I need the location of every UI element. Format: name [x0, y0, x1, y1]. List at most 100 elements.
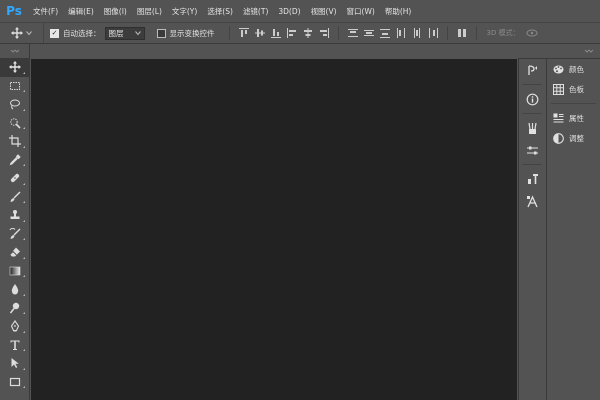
brush-icon [10, 191, 20, 202]
clone-stamp-tool[interactable] [0, 206, 29, 225]
crop-icon [8, 135, 21, 148]
menu-file[interactable]: 文件(F) [28, 6, 63, 17]
gradient-tool[interactable] [0, 262, 29, 281]
info-panel-button[interactable] [519, 88, 545, 110]
arrow-icon [11, 358, 19, 369]
menu-select[interactable]: 选择(S) [202, 6, 238, 17]
menu-3d[interactable]: 3D(D) [273, 7, 305, 16]
grid-icon [553, 83, 564, 95]
menu-edit[interactable]: 编辑(E) [63, 6, 99, 17]
rectangle-tool[interactable] [0, 373, 29, 392]
blur-tool[interactable] [0, 280, 29, 299]
adjustments-panel-label: 调整 [569, 133, 584, 143]
quick-select-tool[interactable] [0, 114, 29, 133]
type-tool[interactable] [0, 336, 29, 355]
distribute-right-icon[interactable] [427, 27, 439, 39]
eyedropper-icon [9, 154, 21, 166]
align-right-icon[interactable] [318, 27, 330, 39]
palette-icon [553, 65, 564, 73]
menu-type[interactable]: 文字(Y) [167, 6, 202, 17]
eraser-icon [9, 247, 20, 257]
lasso-tool[interactable] [0, 95, 29, 114]
3d-mode-label: 3D 模式： [486, 29, 520, 37]
sliders-icon [526, 146, 538, 154]
bandage-icon [10, 174, 19, 183]
align-hcenter-icon[interactable] [302, 27, 314, 39]
healing-brush-tool[interactable] [0, 169, 29, 188]
info-icon [526, 93, 538, 105]
move-tool[interactable] [0, 58, 29, 77]
menu-layer[interactable]: 图层(L) [132, 6, 167, 17]
menu-view[interactable]: 视图(V) [306, 6, 342, 17]
3d-rotate-icon[interactable] [526, 27, 538, 39]
menu-image[interactable]: 图像(I) [99, 6, 132, 17]
character-panel-button[interactable] [519, 168, 545, 190]
crop-tool[interactable] [0, 132, 29, 151]
separator [522, 164, 542, 165]
ps-logo[interactable]: Ps [0, 0, 28, 22]
align-left-icon[interactable] [286, 27, 298, 39]
distribute-vcenter-icon[interactable] [363, 27, 375, 39]
eyedropper-tool[interactable] [0, 151, 29, 170]
brush-presets-panel-button[interactable] [519, 117, 545, 139]
brushes-icon [527, 122, 537, 134]
stamp-icon [10, 210, 19, 220]
auto-select-checkbox[interactable]: ✓ [50, 28, 59, 38]
history-icon [527, 64, 537, 75]
align-bottom-icon[interactable] [270, 27, 282, 39]
tools-panel [0, 44, 30, 400]
separator [337, 26, 339, 40]
type-icon [10, 340, 19, 350]
panel-collapse-bar[interactable] [518, 44, 600, 59]
pen-tool[interactable] [0, 317, 29, 336]
droplet-icon [11, 284, 18, 295]
path-selection-tool[interactable] [0, 354, 29, 373]
separator [522, 84, 542, 85]
auto-select-value: 图层 [108, 28, 124, 38]
properties-icon [553, 113, 564, 123]
distribute-top-icon[interactable] [347, 27, 359, 39]
properties-panel-tab[interactable]: 属性 [547, 108, 600, 128]
history-brush-icon [9, 227, 20, 239]
distribute-bottom-icon[interactable] [379, 27, 391, 39]
align-vcenter-icon[interactable] [254, 27, 266, 39]
document-canvas[interactable] [31, 59, 517, 400]
gradient-icon [9, 266, 20, 276]
auto-align-icon[interactable] [456, 27, 468, 39]
distribute-hcenter-icon[interactable] [411, 27, 423, 39]
chevron-down-icon [134, 31, 141, 36]
options-bar: ✓ 自动选择： 图层 显示变换控件 3D 模式： [0, 22, 600, 44]
marquee-tool[interactable] [0, 77, 29, 96]
history-panel-button[interactable] [519, 59, 545, 81]
show-transform-checkbox[interactable] [156, 28, 166, 38]
separator [228, 26, 230, 40]
adjustments-icon [553, 132, 564, 144]
history-brush-tool[interactable] [0, 225, 29, 244]
menu-help[interactable]: 帮助(H) [380, 6, 417, 17]
dodge-icon [9, 302, 19, 314]
toolbar-collapse-grip[interactable] [0, 44, 29, 58]
paragraph-icon [526, 194, 538, 207]
properties-panel-label: 属性 [569, 113, 584, 123]
move-icon [8, 61, 21, 74]
separator [551, 103, 596, 104]
eraser-tool[interactable] [0, 243, 29, 262]
align-top-icon[interactable] [238, 27, 250, 39]
pen-icon [10, 320, 19, 332]
swatches-panel-label: 色板 [569, 84, 584, 94]
menu-filter[interactable]: 滤镜(T) [238, 6, 273, 17]
quick-select-icon [9, 118, 21, 129]
separator [522, 113, 542, 114]
character-icon [527, 173, 538, 184]
menu-window[interactable]: 窗口(W) [342, 6, 380, 17]
tool-preset-picker[interactable] [0, 23, 44, 43]
dodge-tool[interactable] [0, 299, 29, 318]
swatches-panel-tab[interactable]: 色板 [547, 79, 600, 99]
brush-tool[interactable] [0, 188, 29, 207]
auto-select-dropdown[interactable]: 图层 [104, 26, 145, 40]
adjustments-panel-tab[interactable]: 调整 [547, 128, 600, 148]
distribute-left-icon[interactable] [395, 27, 407, 39]
paragraph-panel-button[interactable] [519, 190, 545, 212]
brush-settings-panel-button[interactable] [519, 139, 545, 161]
color-panel-tab[interactable]: 颜色 [547, 59, 600, 79]
